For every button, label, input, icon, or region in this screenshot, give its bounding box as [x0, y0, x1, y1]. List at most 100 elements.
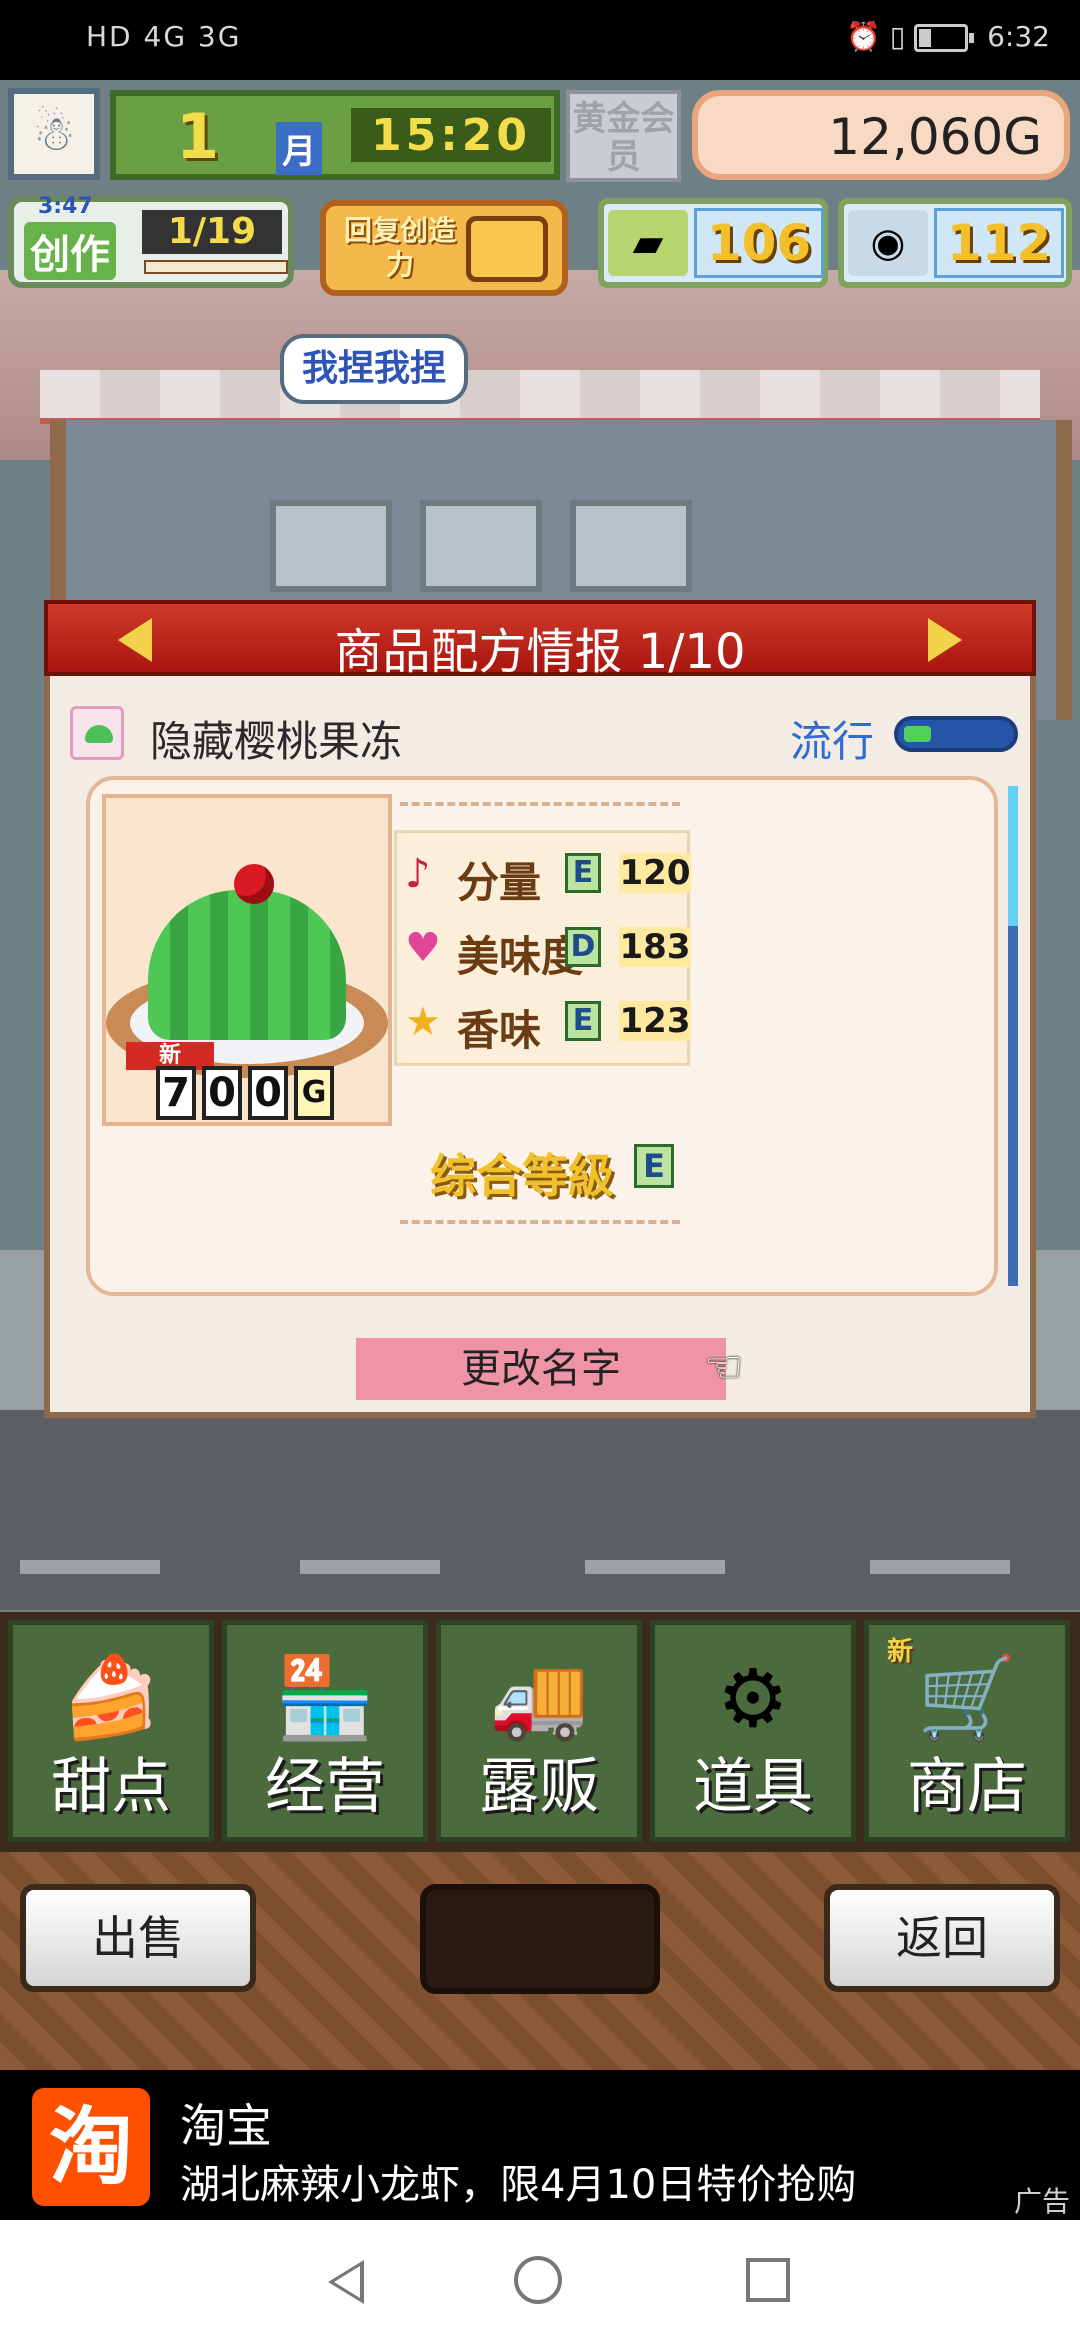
- stat-value: 120: [619, 853, 691, 893]
- stat-label: 分量: [457, 858, 542, 907]
- stats-box: ♪ 分量 E 120 ♥ 美味度 D 183 ★ 香味 E 123: [394, 830, 691, 1066]
- system-nav-bar: [0, 2220, 1080, 2340]
- action-center-slot: [420, 1884, 660, 1994]
- menu-label: 道具: [693, 1752, 813, 1822]
- menu-dessert-button[interactable]: 🍰 甜点: [8, 1620, 214, 1842]
- cherry-icon: [234, 864, 274, 904]
- recipe-card: 新 7 0 0 G ♪ 分量 E 120 ♥ 美味度 D 183 ★ 香味 E …: [86, 776, 998, 1296]
- oven-icon: [570, 500, 692, 592]
- stat-row: ♪ 分量 E 120: [405, 843, 691, 907]
- create-timer: 3:47: [38, 194, 93, 219]
- create-progress-bar: [144, 260, 288, 274]
- lane-marking: [870, 1560, 1010, 1574]
- trend-label: 流行: [790, 717, 875, 766]
- month-number: 1: [176, 100, 220, 173]
- medal-count: 112: [934, 208, 1064, 278]
- create-label: 创作: [24, 222, 116, 280]
- menu-shop-button[interactable]: 新 🛒 商店: [864, 1620, 1070, 1842]
- menu-stall-button[interactable]: 🚚 露贩: [436, 1620, 642, 1842]
- action-bar: 出售 返回: [0, 1852, 1080, 2070]
- medal-counter[interactable]: ◉ 112: [838, 198, 1072, 288]
- gold-bar-counter[interactable]: ▰ 106: [598, 198, 828, 288]
- ad-title: 淘宝: [180, 2099, 272, 2153]
- panel-header: 商品配方情报 1/10: [44, 600, 1036, 680]
- price-digit: 0: [248, 1066, 288, 1120]
- menu-items-button[interactable]: ⚙ 道具: [650, 1620, 856, 1842]
- scrollbar-thumb[interactable]: [1008, 786, 1018, 926]
- ad-tag: 广告: [1013, 2185, 1070, 2218]
- overall-grade: E: [634, 1144, 674, 1188]
- medal-icon: ◉: [848, 210, 928, 276]
- oven-icon: [420, 500, 542, 592]
- overall-grade-label: 综合等級: [430, 1149, 614, 1203]
- restore-creativity-button[interactable]: 回复创造力: [320, 200, 568, 296]
- panel-title: 商品配方情报 1/10: [334, 624, 746, 680]
- network-indicators: HD 4G 3G: [86, 20, 242, 53]
- heart-icon: ♥: [405, 925, 441, 971]
- stat-value: 123: [619, 1001, 691, 1041]
- money-display: 12,060G: [692, 90, 1070, 180]
- oven-icon: [270, 500, 392, 592]
- star-icon: ★: [405, 999, 441, 1045]
- trend-meter: [894, 716, 1018, 752]
- stat-row: ♥ 美味度 D 183: [405, 917, 691, 981]
- snowman-icon: ☃: [32, 106, 76, 162]
- shop-awning: [40, 370, 1040, 424]
- street: [0, 1410, 1080, 1610]
- price-digit: 7: [156, 1066, 196, 1120]
- back-button[interactable]: 返回: [824, 1884, 1060, 1992]
- speech-bubble[interactable]: 我捏我捏: [280, 334, 468, 404]
- dessert-image: 新 7 0 0 G: [102, 794, 392, 1126]
- menu-label: 露贩: [479, 1752, 599, 1822]
- stat-grade: D: [565, 927, 601, 967]
- tv-icon: [466, 216, 548, 282]
- clock: 6:32: [987, 20, 1050, 53]
- menu-label: 商店: [907, 1752, 1027, 1822]
- restore-label: 回复创造力: [343, 214, 456, 281]
- sell-button[interactable]: 出售: [20, 1884, 256, 1992]
- status-bar: HD 4G 3G ⏰ ▯ 6:32: [0, 0, 1080, 80]
- music-note-icon: ♪: [405, 851, 431, 897]
- month-label: 月: [276, 122, 322, 175]
- jelly-category-icon: [70, 706, 124, 760]
- gold-bar-count: 106: [694, 208, 824, 278]
- price-digit: 0: [202, 1066, 242, 1120]
- ad-banner[interactable]: 淘 淘宝 湖北麻辣小龙虾，限4月10日特价抢购 广告: [0, 2070, 1080, 2220]
- pointing-hand-icon: ☜: [704, 1342, 744, 1393]
- price-display: 7 0 0 G: [156, 1066, 334, 1122]
- status-right: ⏰ ▯ 6:32: [846, 20, 1050, 53]
- gold-bar-icon: ▰: [608, 210, 688, 276]
- price-unit: G: [294, 1066, 334, 1120]
- item-name: 隐藏樱桃果冻: [150, 717, 403, 766]
- stat-value: 183: [619, 927, 691, 967]
- taobao-logo-icon: 淘: [32, 2088, 150, 2206]
- ad-description: 湖北麻辣小龙虾，限4月10日特价抢购: [180, 2162, 857, 2208]
- next-arrow-icon[interactable]: [928, 618, 962, 662]
- lane-marking: [20, 1560, 160, 1574]
- create-count: 1/19: [142, 210, 282, 254]
- calendar-display: 1 月 15:20: [110, 90, 560, 180]
- battery-icon: [914, 24, 975, 52]
- recipe-info-panel: 商品配方情报 1/10 隐藏樱桃果冻 流行 新 7 0 0 G ♪ 分量 E 1…: [44, 600, 1036, 1418]
- rename-button[interactable]: 更改名字: [356, 1338, 726, 1400]
- money-value: 12,060G: [828, 108, 1042, 166]
- stat-grade: E: [565, 853, 601, 893]
- menu-label: 经营: [265, 1752, 385, 1822]
- lane-marking: [300, 1560, 440, 1574]
- jelly-image: [148, 890, 346, 1040]
- vibrate-icon: ▯: [889, 20, 906, 53]
- bottom-menu: 🍰 甜点 🏪 经营 🚚 露贩 ⚙ 道具 新 🛒 商店: [0, 1612, 1080, 1852]
- home-nav-icon[interactable]: [514, 2256, 562, 2304]
- stat-label: 香味: [457, 1006, 542, 1055]
- player-avatar[interactable]: ☃: [8, 88, 100, 180]
- game-time: 15:20: [351, 108, 551, 162]
- menu-manage-button[interactable]: 🏪 经营: [222, 1620, 428, 1842]
- stat-grade: E: [565, 1001, 601, 1041]
- alarm-icon: ⏰: [846, 20, 881, 53]
- gold-member-button[interactable]: 黄金会员: [566, 90, 681, 182]
- stat-row: ★ 香味 E 123: [405, 991, 691, 1055]
- create-counter[interactable]: 3:47 创作 1/19: [8, 194, 294, 288]
- recents-nav-icon[interactable]: [746, 2258, 790, 2302]
- lane-marking: [585, 1560, 725, 1574]
- menu-label: 甜点: [51, 1752, 171, 1822]
